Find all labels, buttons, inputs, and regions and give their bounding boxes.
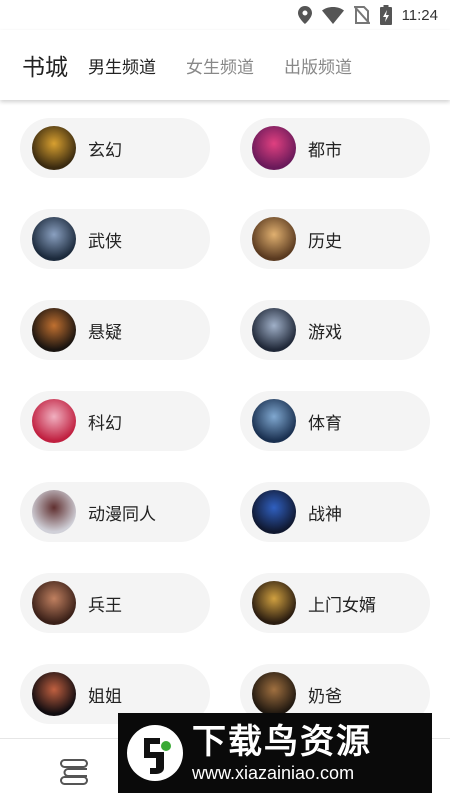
category-label: 玄幻 bbox=[88, 140, 122, 161]
watermark-title: 下载鸟资源 bbox=[192, 722, 372, 762]
category-label: 悬疑 bbox=[88, 322, 122, 343]
watermark-url: www.xiazainiao.com bbox=[192, 763, 355, 783]
bookshelf-icon[interactable] bbox=[58, 757, 90, 785]
category-label: 武侠 bbox=[88, 231, 122, 252]
book-cover-image bbox=[252, 581, 296, 625]
book-cover-image bbox=[32, 581, 76, 625]
category-item[interactable]: 战神 bbox=[240, 482, 430, 542]
book-cover-image bbox=[32, 490, 76, 534]
tab-female-channel[interactable]: 女生频道 bbox=[186, 53, 254, 78]
category-item[interactable]: 上门女婿 bbox=[240, 573, 430, 633]
book-cover-image bbox=[252, 490, 296, 534]
status-bar: 11:24 bbox=[0, 0, 450, 30]
category-item[interactable]: 科幻 bbox=[20, 391, 210, 451]
no-sim-icon bbox=[353, 6, 370, 24]
watermark-banner: 下载鸟资源 www.xiazainiao.com bbox=[118, 713, 432, 793]
category-label: 历史 bbox=[308, 231, 342, 252]
book-cover-image bbox=[252, 399, 296, 443]
category-label: 动漫同人 bbox=[88, 504, 156, 525]
category-item[interactable]: 都市 bbox=[240, 118, 430, 178]
category-label: 科幻 bbox=[88, 413, 122, 434]
book-cover-image bbox=[32, 399, 76, 443]
category-item[interactable]: 玄幻 bbox=[20, 118, 210, 178]
category-item[interactable]: 历史 bbox=[240, 209, 430, 269]
battery-charging-icon bbox=[379, 5, 392, 25]
book-cover-image bbox=[32, 126, 76, 170]
category-item[interactable]: 动漫同人 bbox=[20, 482, 210, 542]
category-item[interactable]: 兵王 bbox=[20, 573, 210, 633]
category-label: 姐姐 bbox=[88, 686, 122, 707]
tab-publishing-channel[interactable]: 出版频道 bbox=[284, 53, 352, 78]
page-title: 书城 bbox=[22, 55, 68, 81]
book-cover-image bbox=[32, 217, 76, 261]
tab-male-channel[interactable]: 男生频道 bbox=[88, 53, 156, 78]
category-label: 战神 bbox=[308, 504, 342, 525]
book-cover-image bbox=[32, 308, 76, 352]
category-item[interactable]: 游戏 bbox=[240, 300, 430, 360]
category-item[interactable]: 体育 bbox=[240, 391, 430, 451]
location-icon bbox=[297, 6, 312, 24]
category-item[interactable]: 武侠 bbox=[20, 209, 210, 269]
clock: 11:24 bbox=[401, 6, 438, 24]
book-cover-image bbox=[252, 217, 296, 261]
wifi-icon bbox=[321, 6, 344, 24]
bird-logo-icon bbox=[127, 725, 183, 781]
book-cover-image bbox=[252, 126, 296, 170]
app-header: 书城 男生频道 女生频道 出版频道 bbox=[0, 30, 450, 100]
book-cover-image bbox=[32, 672, 76, 716]
category-label: 都市 bbox=[308, 140, 342, 161]
category-label: 兵王 bbox=[88, 595, 122, 616]
book-cover-image bbox=[252, 308, 296, 352]
category-label: 游戏 bbox=[308, 322, 342, 343]
book-cover-image bbox=[252, 672, 296, 716]
category-label: 上门女婿 bbox=[308, 595, 376, 616]
category-label: 奶爸 bbox=[308, 686, 342, 707]
category-item[interactable]: 悬疑 bbox=[20, 300, 210, 360]
category-label: 体育 bbox=[308, 413, 342, 434]
